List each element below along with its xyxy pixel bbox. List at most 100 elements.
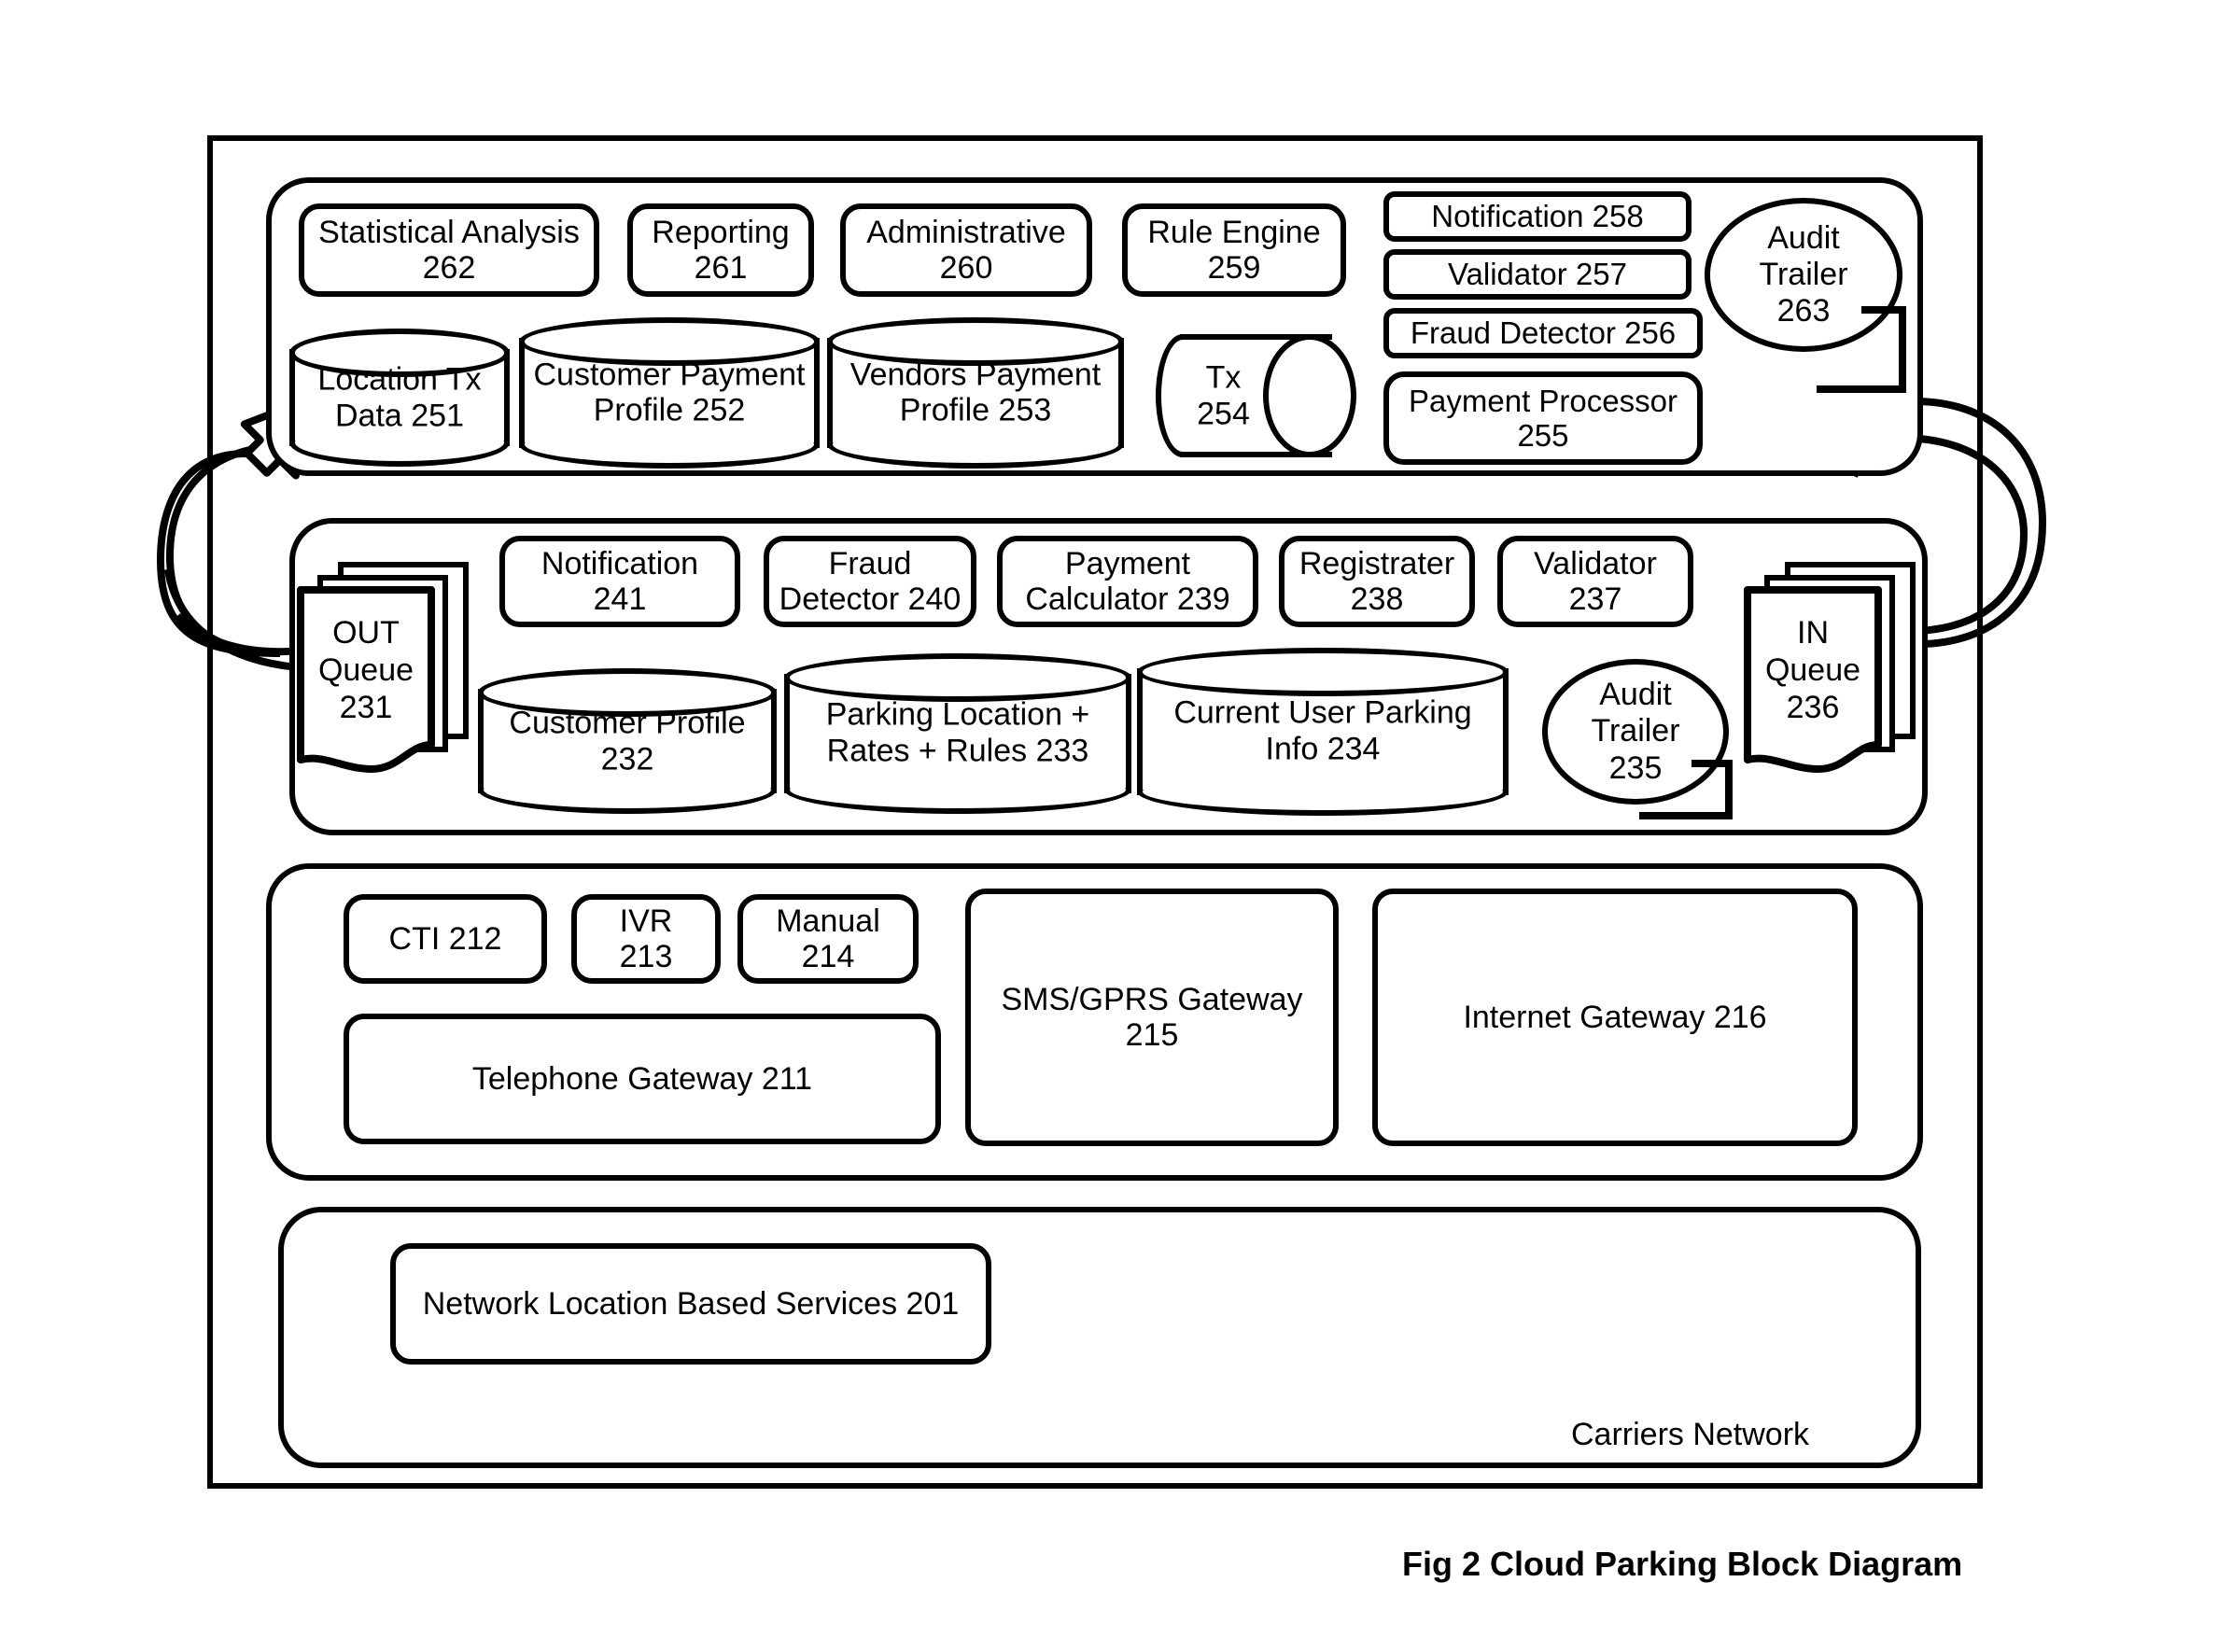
- cylinder-top: [784, 653, 1131, 702]
- service-fraud-detector-256[interactable]: Fraud Detector 256: [1383, 308, 1703, 358]
- service-payment-processor-255[interactable]: Payment Processor 255: [1383, 371, 1703, 465]
- module-payment-calculator-239[interactable]: Payment Calculator 239: [997, 536, 1258, 627]
- label-line2: Trailer: [1591, 713, 1680, 749]
- module-reporting[interactable]: Reporting 261: [627, 203, 814, 297]
- module-registrater-238[interactable]: Registrater 238: [1279, 536, 1475, 627]
- module-label: Reporting 261: [652, 215, 789, 287]
- module-validator-237[interactable]: Validator 237: [1497, 536, 1693, 627]
- module-label-line2: 259: [1207, 250, 1261, 286]
- module-label-line1: Payment: [1064, 545, 1191, 581]
- internet-gateway-216[interactable]: Internet Gateway 216: [1372, 889, 1858, 1146]
- label-text: Carriers Network: [1571, 1417, 1810, 1452]
- label-line2: 254: [1197, 396, 1250, 431]
- module-label-line2: 262: [422, 250, 476, 286]
- label-line2: Profile 252: [593, 392, 746, 428]
- module-statistical-analysis[interactable]: Statistical Analysis 262: [299, 203, 599, 297]
- module-label-line2: 260: [939, 250, 993, 286]
- figure-canvas: Statistical Analysis 262 Reporting 261 A…: [0, 0, 2232, 1652]
- database-label: Vendors Payment Profile 253: [827, 357, 1124, 429]
- database-vendors-payment-profile-253[interactable]: Vendors Payment Profile 253: [827, 317, 1124, 469]
- label-line2: 215: [1125, 1017, 1179, 1053]
- module-label-line1: Statistical Analysis: [318, 214, 580, 250]
- channel-label: Manual 214: [776, 903, 880, 975]
- out-queue-label: OUT Queue 231: [301, 614, 431, 726]
- label-line2: Trailer: [1759, 256, 1848, 292]
- datastore-tx-254[interactable]: Tx 254: [1156, 334, 1356, 457]
- channel-label: IVR 213: [620, 903, 673, 975]
- service-label-line1: Payment Processor: [1409, 383, 1678, 418]
- label-line1: SMS/GPRS Gateway: [1001, 981, 1303, 1017]
- label-line3: 235: [1608, 749, 1663, 786]
- database-label: Parking Location + Rates + Rules 233: [784, 697, 1131, 770]
- label-line1: Location Tx: [317, 361, 482, 398]
- module-label-line1: Administrative: [866, 214, 1066, 250]
- service-label: Validator 257: [1447, 257, 1628, 292]
- sms-gprs-gateway-215[interactable]: SMS/GPRS Gateway 215: [965, 889, 1339, 1146]
- module-notification-241[interactable]: Notification 241: [499, 536, 740, 627]
- database-label: Customer Profile 232: [478, 705, 777, 777]
- database-customer-profile-232[interactable]: Customer Profile 232: [478, 668, 777, 814]
- carriers-network-label: Carriers Network: [1571, 1417, 1809, 1453]
- module-label-line2: 241: [593, 581, 647, 617]
- label-line2: 213: [619, 939, 673, 974]
- label-line2: Profile 253: [899, 392, 1052, 428]
- service-notification-258[interactable]: Notification 258: [1383, 191, 1692, 242]
- channel-ivr-213[interactable]: IVR 213: [571, 894, 721, 984]
- channel-manual-214[interactable]: Manual 214: [737, 894, 919, 984]
- database-label: Customer Payment Profile 252: [519, 357, 820, 429]
- label-line1: Current User Parking: [1173, 694, 1472, 731]
- network-location-based-services-201[interactable]: Network Location Based Services 201: [390, 1243, 991, 1365]
- label-line1: IN: [1797, 615, 1829, 651]
- label-line3: 263: [1776, 293, 1831, 329]
- database-parking-location-rates-rules-233[interactable]: Parking Location + Rates + Rules 233: [784, 653, 1131, 814]
- audit-trailer-235[interactable]: Audit Trailer 235: [1542, 659, 1733, 819]
- gateway-label: SMS/GPRS Gateway 215: [1001, 982, 1302, 1054]
- module-label-line1: Rule Engine: [1147, 214, 1321, 250]
- module-label: Administrative 260: [866, 215, 1066, 287]
- in-queue-236[interactable]: IN Queue 236: [1744, 562, 1927, 805]
- database-current-user-parking-info-234[interactable]: Current User Parking Info 234: [1137, 648, 1509, 816]
- service-label: Network Location Based Services 201: [422, 1285, 960, 1322]
- module-label-line2: Detector 240: [779, 581, 962, 617]
- label-line1: Manual: [776, 903, 880, 939]
- label-line1: Parking Location +: [825, 696, 1090, 733]
- telephone-gateway-211[interactable]: Telephone Gateway 211: [344, 1014, 941, 1144]
- module-fraud-detector-240[interactable]: Fraud Detector 240: [764, 536, 976, 627]
- module-label-line1: Validator: [1534, 545, 1657, 581]
- module-administrative[interactable]: Administrative 260: [840, 203, 1092, 297]
- channel-cti-212[interactable]: CTI 212: [344, 894, 547, 984]
- database-label: Location Tx Data 251: [289, 362, 510, 435]
- label-line3: 231: [339, 690, 393, 726]
- service-validator-257[interactable]: Validator 257: [1383, 249, 1692, 300]
- database-customer-payment-profile-252[interactable]: Customer Payment Profile 252: [519, 317, 820, 469]
- gateway-label: Internet Gateway 216: [1463, 999, 1767, 1035]
- service-label-line2: 255: [1517, 418, 1569, 453]
- audit-trailer-263[interactable]: Audit Trailer 263: [1705, 198, 1906, 393]
- module-label: Notification 241: [541, 546, 698, 618]
- module-label-line1: Notification: [540, 545, 699, 581]
- label-line1: Audit: [1767, 219, 1840, 256]
- label-line1: Vendors Payment: [849, 356, 1102, 392]
- module-label-line2: 237: [1568, 581, 1622, 617]
- caption-text: Fig 2 Cloud Parking Block Diagram: [1402, 1545, 1963, 1583]
- out-queue-231[interactable]: OUT Queue 231: [297, 562, 480, 805]
- module-label: Rule Engine 259: [1147, 215, 1320, 287]
- channel-label: CTI 212: [388, 920, 502, 957]
- module-label: Statistical Analysis 262: [318, 215, 580, 287]
- module-label: Fraud Detector 240: [779, 546, 962, 618]
- module-label-line1: Fraud: [828, 545, 912, 581]
- label-line1: Audit: [1599, 676, 1672, 712]
- cylinder-top: [1137, 648, 1509, 696]
- module-label: Registrater 238: [1299, 546, 1454, 618]
- label-line2: Data 251: [335, 398, 464, 434]
- database-location-tx-data-251[interactable]: Location Tx Data 251: [289, 329, 510, 467]
- module-label: Payment Calculator 239: [1025, 546, 1229, 618]
- datastore-label: Tx 254: [1174, 359, 1272, 432]
- gateway-label: Telephone Gateway 211: [471, 1060, 813, 1097]
- label-line2: 232: [600, 740, 654, 777]
- module-rule-engine[interactable]: Rule Engine 259: [1122, 203, 1346, 297]
- label-line1: Customer Payment: [533, 356, 806, 392]
- service-label: Payment Processor 255: [1409, 384, 1678, 454]
- service-label: Notification 258: [1431, 199, 1644, 234]
- label-line2: 214: [801, 939, 855, 974]
